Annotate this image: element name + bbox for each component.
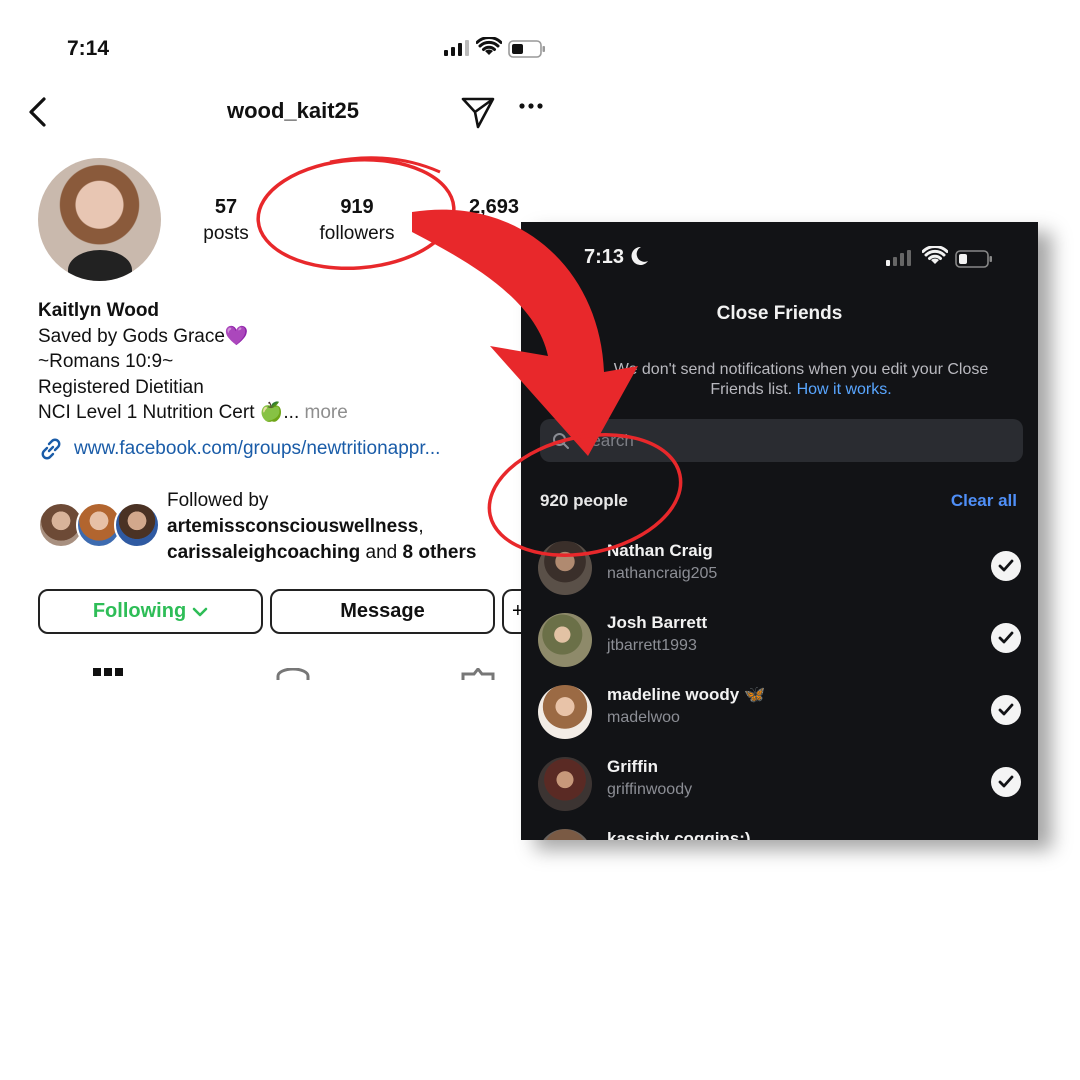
chevron-down-icon [192,607,208,616]
followed-by-text: Followed by artemissconsciouswellness, c… [167,488,476,566]
profile-tabs [0,660,570,680]
cellular-signal-icon [444,40,469,56]
people-count: 920 people [540,491,628,510]
following-button[interactable]: Following [38,589,263,634]
following-label: following [457,223,531,244]
send-message-icon[interactable] [460,94,496,130]
profile-bio: Kaitlyn Wood Saved by Gods Grace💜 ~Roman… [38,298,558,426]
wifi-icon [476,37,502,55]
avatar [538,757,592,811]
search-field[interactable] [540,419,1023,462]
followed-by-and: and [365,542,398,563]
friend-username: nathancraig205 [607,565,718,582]
list-item[interactable]: madeline woody 🦋 madelwoo [538,679,1021,743]
posts-label: posts [203,223,249,244]
status-bar: 7:14 [0,0,570,90]
friend-name: madeline woody 🦋 [607,685,766,704]
following-button-label: Following [92,600,187,622]
profile-name: Kaitlyn Wood [38,300,160,321]
status-time: 7:14 [67,37,110,60]
link-icon [41,438,61,460]
friend-username: griffinwoody [607,781,693,798]
friend-name: Josh Barrett [607,613,708,632]
grid-icon[interactable] [93,668,123,678]
mutual-avatars [38,502,160,548]
profile-screen: 7:14 wood_kait25 57 posts 919 followers … [0,0,570,840]
avatar [538,613,592,667]
check-icon[interactable] [991,623,1021,653]
friend-name: Griffin [607,757,658,776]
list-item[interactable]: Josh Barrett jtbarrett1993 [538,607,1021,671]
check-icon[interactable] [991,767,1021,797]
followed-by-label: Followed by [167,490,269,511]
search-icon [553,432,569,449]
moon-icon [631,246,648,265]
check-icon[interactable] [991,695,1021,725]
stat-posts[interactable]: 57 posts [188,196,264,245]
bio-ellipsis: ... [283,402,300,423]
battery-icon [508,40,545,58]
list-item[interactable]: kassidy coggins:) [538,823,1021,840]
followed-by-user: carissaleighcoaching [167,542,361,563]
more-options-icon[interactable] [518,102,544,110]
message-button[interactable]: Message [270,589,495,634]
check-icon[interactable] [991,551,1021,581]
avatar [114,502,160,548]
reels-icon[interactable] [276,668,310,680]
friend-username: madelwoo [607,709,680,726]
bio-line-last: NCI Level 1 Nutrition Cert 🍏... more [38,400,558,426]
avatar [538,829,592,840]
stat-followers[interactable]: 919 followers [306,196,408,245]
bio-line: NCI Level 1 Nutrition Cert 🍏 [38,402,284,423]
search-input[interactable] [580,430,1000,451]
bio-line: Saved by Gods Grace💜 [38,325,249,347]
list-item[interactable]: Griffin griffinwoody [538,751,1021,815]
profile-link[interactable]: www.facebook.com/groups/newtritionappr..… [38,436,440,462]
cellular-signal-icon [886,250,911,266]
clear-all-button[interactable]: Clear all [951,491,1017,511]
profile-avatar[interactable] [38,158,161,281]
followed-by-comma: , [418,516,424,537]
how-it-works-link[interactable]: How it works. [797,381,892,398]
followers-count: 919 [340,196,374,218]
friend-name: kassidy coggins:) [607,829,751,840]
bio-line: Registered Dietitian [38,376,204,398]
profile-nav-bar: wood_kait25 [0,90,570,134]
following-count: 2,693 [468,196,520,218]
tagged-icon[interactable] [461,668,495,680]
friend-name: Nathan Craig [607,541,713,560]
followed-by-others: 8 others [402,542,477,563]
bio-line: ~Romans 10:9~ [38,351,174,372]
avatar [538,685,592,739]
profile-link-text: www.facebook.com/groups/newtritionappr..… [74,438,441,459]
friend-username: jtbarrett1993 [607,637,697,654]
avatar [538,541,592,595]
close-friends-notice: We don't send notifications when you edi… [591,360,1011,400]
followed-by-user: artemissconsciouswellness [167,516,419,537]
posts-count: 57 [214,196,238,218]
battery-icon [955,250,992,268]
bio-more-link[interactable]: more [305,402,348,423]
close-friends-title: Close Friends [716,303,843,324]
list-item[interactable]: Nathan Craig nathancraig205 [538,535,1021,599]
status-time: 7:13 [584,246,625,268]
followed-by-section[interactable]: Followed by artemissconsciouswellness, c… [38,488,558,563]
followers-label: followers [319,223,395,244]
close-friends-screen: 7:13 Close Friends We don't send notific… [521,222,1038,840]
wifi-icon [922,246,948,264]
